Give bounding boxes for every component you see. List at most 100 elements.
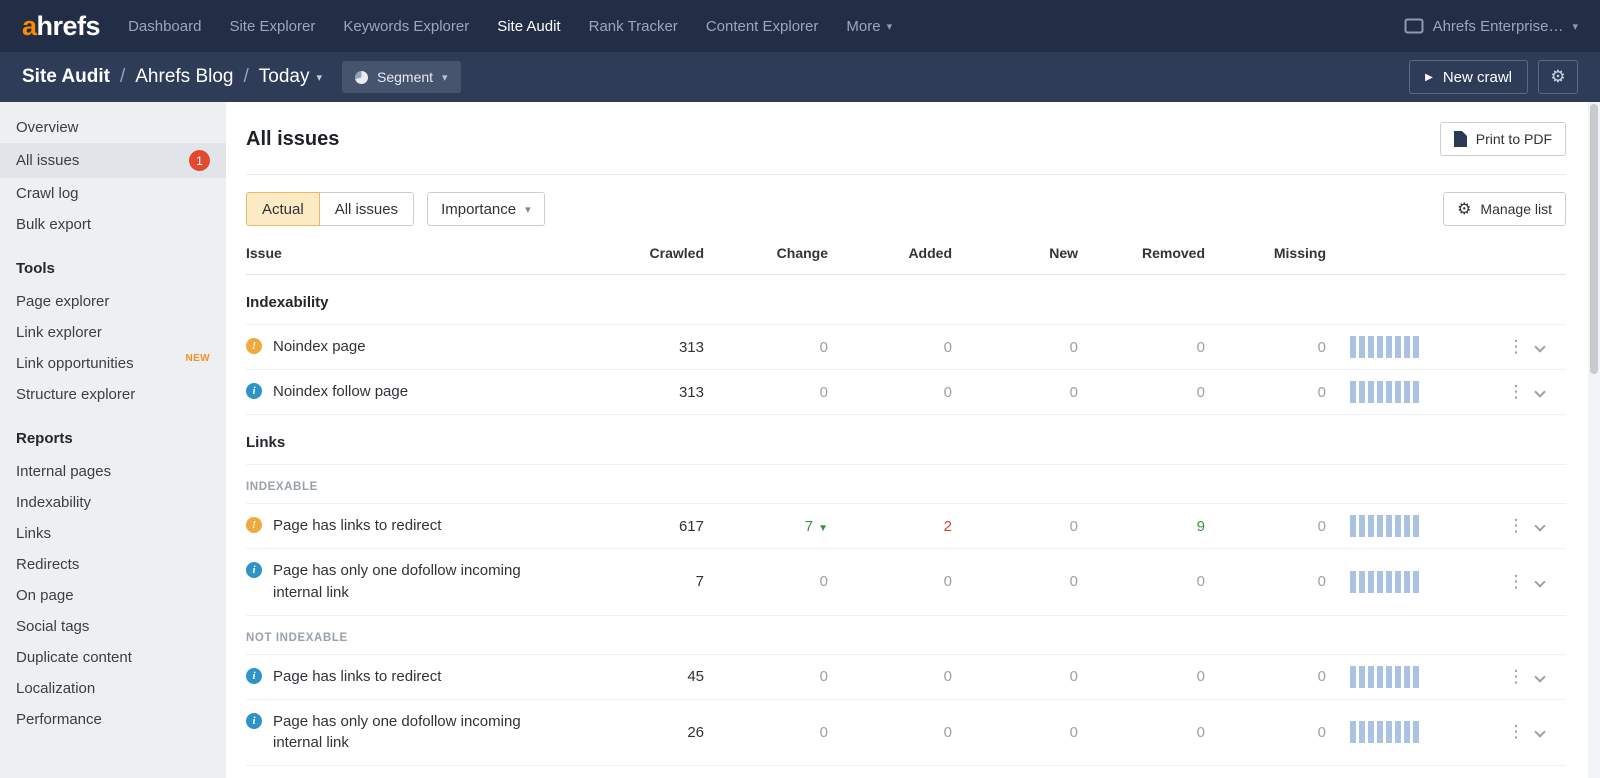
cell-value: 0 — [820, 384, 828, 401]
sidebar-item-internal-pages[interactable]: Internal pages — [0, 456, 226, 487]
sidebar-item-label: Link opportunities — [16, 355, 185, 372]
sidebar-item-crawl-log[interactable]: Crawl log — [0, 178, 226, 209]
issue-name[interactable]: Page has only one dofollow incoming inte… — [273, 560, 573, 604]
sidebar-item-link-explorer[interactable]: Link explorer — [0, 317, 226, 348]
issue-name[interactable]: Noindex page — [273, 336, 366, 358]
sidebar-item-structure-explorer[interactable]: Structure explorer — [0, 379, 226, 410]
column-header-crawled[interactable]: Crawled — [618, 245, 708, 261]
cell-value: 0 — [820, 339, 828, 356]
sidebar-item-social-tags[interactable]: Social tags — [0, 611, 226, 642]
kebab-menu-icon[interactable]: ⋮ — [1508, 667, 1525, 686]
sidebar-item-performance[interactable]: Performance — [0, 704, 226, 735]
issue-cell: !Noindex page — [246, 336, 618, 358]
spark-cell — [1330, 666, 1496, 688]
sidebar-item-redirects[interactable]: Redirects — [0, 549, 226, 580]
kebab-menu-icon[interactable]: ⋮ — [1508, 382, 1525, 401]
chevron-down-icon: ▾ — [887, 20, 893, 33]
issue-cell: iPage has links to redirect — [246, 666, 618, 688]
kebab-menu-icon[interactable]: ⋮ — [1508, 572, 1525, 591]
sidebar-item-all-issues[interactable]: All issues1 — [0, 143, 226, 178]
sidebar: OverviewAll issues1Crawl logBulk exportT… — [0, 102, 226, 778]
issue-cell: !Page has links to redirect — [246, 515, 618, 537]
filter-toggle-all-issues[interactable]: All issues — [320, 192, 414, 226]
cell-crawled: 617 — [618, 518, 708, 535]
filter-toggle-actual[interactable]: Actual — [246, 192, 320, 226]
issues-toolbar: ActualAll issues Importance ▾ ⚙ Manage l… — [246, 175, 1566, 226]
sidebar-item-overview[interactable]: Overview — [0, 112, 226, 143]
kebab-menu-icon[interactable]: ⋮ — [1508, 337, 1525, 356]
issue-name[interactable]: Page has only one dofollow incoming inte… — [273, 711, 573, 755]
column-header-removed[interactable]: Removed — [1082, 245, 1209, 261]
topnav-item-site-audit[interactable]: Site Audit — [497, 18, 560, 35]
column-header-new[interactable]: New — [956, 245, 1082, 261]
topnav-item-rank-tracker[interactable]: Rank Tracker — [589, 18, 678, 35]
cell-value: 0 — [944, 384, 952, 401]
cell-value: 0 — [820, 573, 828, 590]
sidebar-item-label: Page explorer — [16, 293, 210, 310]
sidebar-item-indexability[interactable]: Indexability — [0, 487, 226, 518]
history-sparkline[interactable] — [1350, 571, 1422, 593]
column-header-missing[interactable]: Missing — [1209, 245, 1330, 261]
cell-value: 0 — [820, 668, 828, 685]
topnav-item-dashboard[interactable]: Dashboard — [128, 18, 201, 35]
history-sparkline[interactable] — [1350, 666, 1422, 688]
sidebar-item-duplicate-content[interactable]: Duplicate content — [0, 642, 226, 673]
topnav-item-site-explorer[interactable]: Site Explorer — [229, 18, 315, 35]
chevron-down-icon[interactable] — [1534, 386, 1545, 397]
gear-icon: ⚙ — [1550, 67, 1565, 87]
breadcrumb-item-today[interactable]: Today▾ — [259, 66, 322, 88]
manage-list-button[interactable]: ⚙ Manage list — [1443, 192, 1566, 226]
breadcrumb-item-site-audit[interactable]: Site Audit — [22, 66, 110, 88]
scrollbar-track[interactable] — [1588, 102, 1600, 778]
history-sparkline[interactable] — [1350, 381, 1422, 403]
history-sparkline[interactable] — [1350, 721, 1422, 743]
topnav-item-keywords-explorer[interactable]: Keywords Explorer — [343, 18, 469, 35]
column-header-added[interactable]: Added — [832, 245, 956, 261]
chevron-down-icon[interactable] — [1534, 671, 1545, 682]
sidebar-item-bulk-export[interactable]: Bulk export — [0, 209, 226, 240]
sidebar-item-on-page[interactable]: On page — [0, 580, 226, 611]
topnav-item-more[interactable]: More▾ — [846, 18, 892, 35]
cell-value: 0 — [1070, 668, 1078, 685]
ahrefs-logo[interactable]: ahrefs — [22, 11, 100, 42]
account-area[interactable]: Ahrefs Enterprise… ▾ — [1404, 18, 1578, 35]
issue-name[interactable]: Noindex follow page — [273, 381, 408, 403]
content-area: OverviewAll issues1Crawl logBulk exportT… — [0, 102, 1600, 778]
topnav-item-content-explorer[interactable]: Content Explorer — [706, 18, 819, 35]
cell-removed: 0 — [1082, 339, 1209, 356]
page-title: All issues — [246, 128, 339, 151]
history-sparkline[interactable] — [1350, 336, 1422, 358]
column-header-change[interactable]: Change — [708, 245, 832, 261]
cell-value: 7 — [805, 518, 813, 535]
breadcrumb: Site Audit/Ahrefs Blog/Today▾ — [22, 66, 322, 88]
breadcrumb-item-ahrefs-blog[interactable]: Ahrefs Blog — [135, 66, 233, 88]
issue-name[interactable]: Page has links to redirect — [273, 515, 441, 537]
cell-added: 0 — [832, 573, 956, 590]
issue-name[interactable]: Page has links to redirect — [273, 666, 441, 688]
cell-value: 0 — [1197, 668, 1205, 685]
chevron-down-icon[interactable] — [1534, 520, 1545, 531]
sidebar-item-localization[interactable]: Localization — [0, 673, 226, 704]
chevron-down-icon[interactable] — [1534, 576, 1545, 587]
sidebar-item-link-opportunities[interactable]: Link opportunitiesNEW — [0, 348, 226, 379]
cell-crawled: 7 — [618, 573, 708, 590]
kebab-menu-icon[interactable]: ⋮ — [1508, 722, 1525, 741]
new-crawl-button[interactable]: ▶ New crawl — [1409, 60, 1528, 94]
print-to-pdf-button[interactable]: Print to PDF — [1440, 122, 1566, 156]
cell-missing: 0 — [1209, 573, 1330, 590]
history-sparkline[interactable] — [1350, 515, 1422, 537]
sidebar-item-links[interactable]: Links — [0, 518, 226, 549]
cell-value: 0 — [1070, 518, 1078, 535]
segment-button[interactable]: Segment ▾ — [342, 61, 461, 93]
row-expand-cell — [1536, 338, 1566, 356]
kebab-menu-icon[interactable]: ⋮ — [1508, 516, 1525, 535]
sidebar-item-page-explorer[interactable]: Page explorer — [0, 286, 226, 317]
scrollbar-thumb[interactable] — [1590, 104, 1598, 374]
importance-dropdown[interactable]: Importance ▾ — [427, 192, 545, 226]
sidebar-item-label: Social tags — [16, 618, 210, 635]
print-to-pdf-label: Print to PDF — [1476, 131, 1552, 147]
chevron-down-icon[interactable] — [1534, 727, 1545, 738]
chevron-down-icon[interactable] — [1534, 341, 1545, 352]
column-header-issue[interactable]: Issue — [246, 245, 618, 261]
settings-button[interactable]: ⚙ — [1538, 60, 1578, 94]
